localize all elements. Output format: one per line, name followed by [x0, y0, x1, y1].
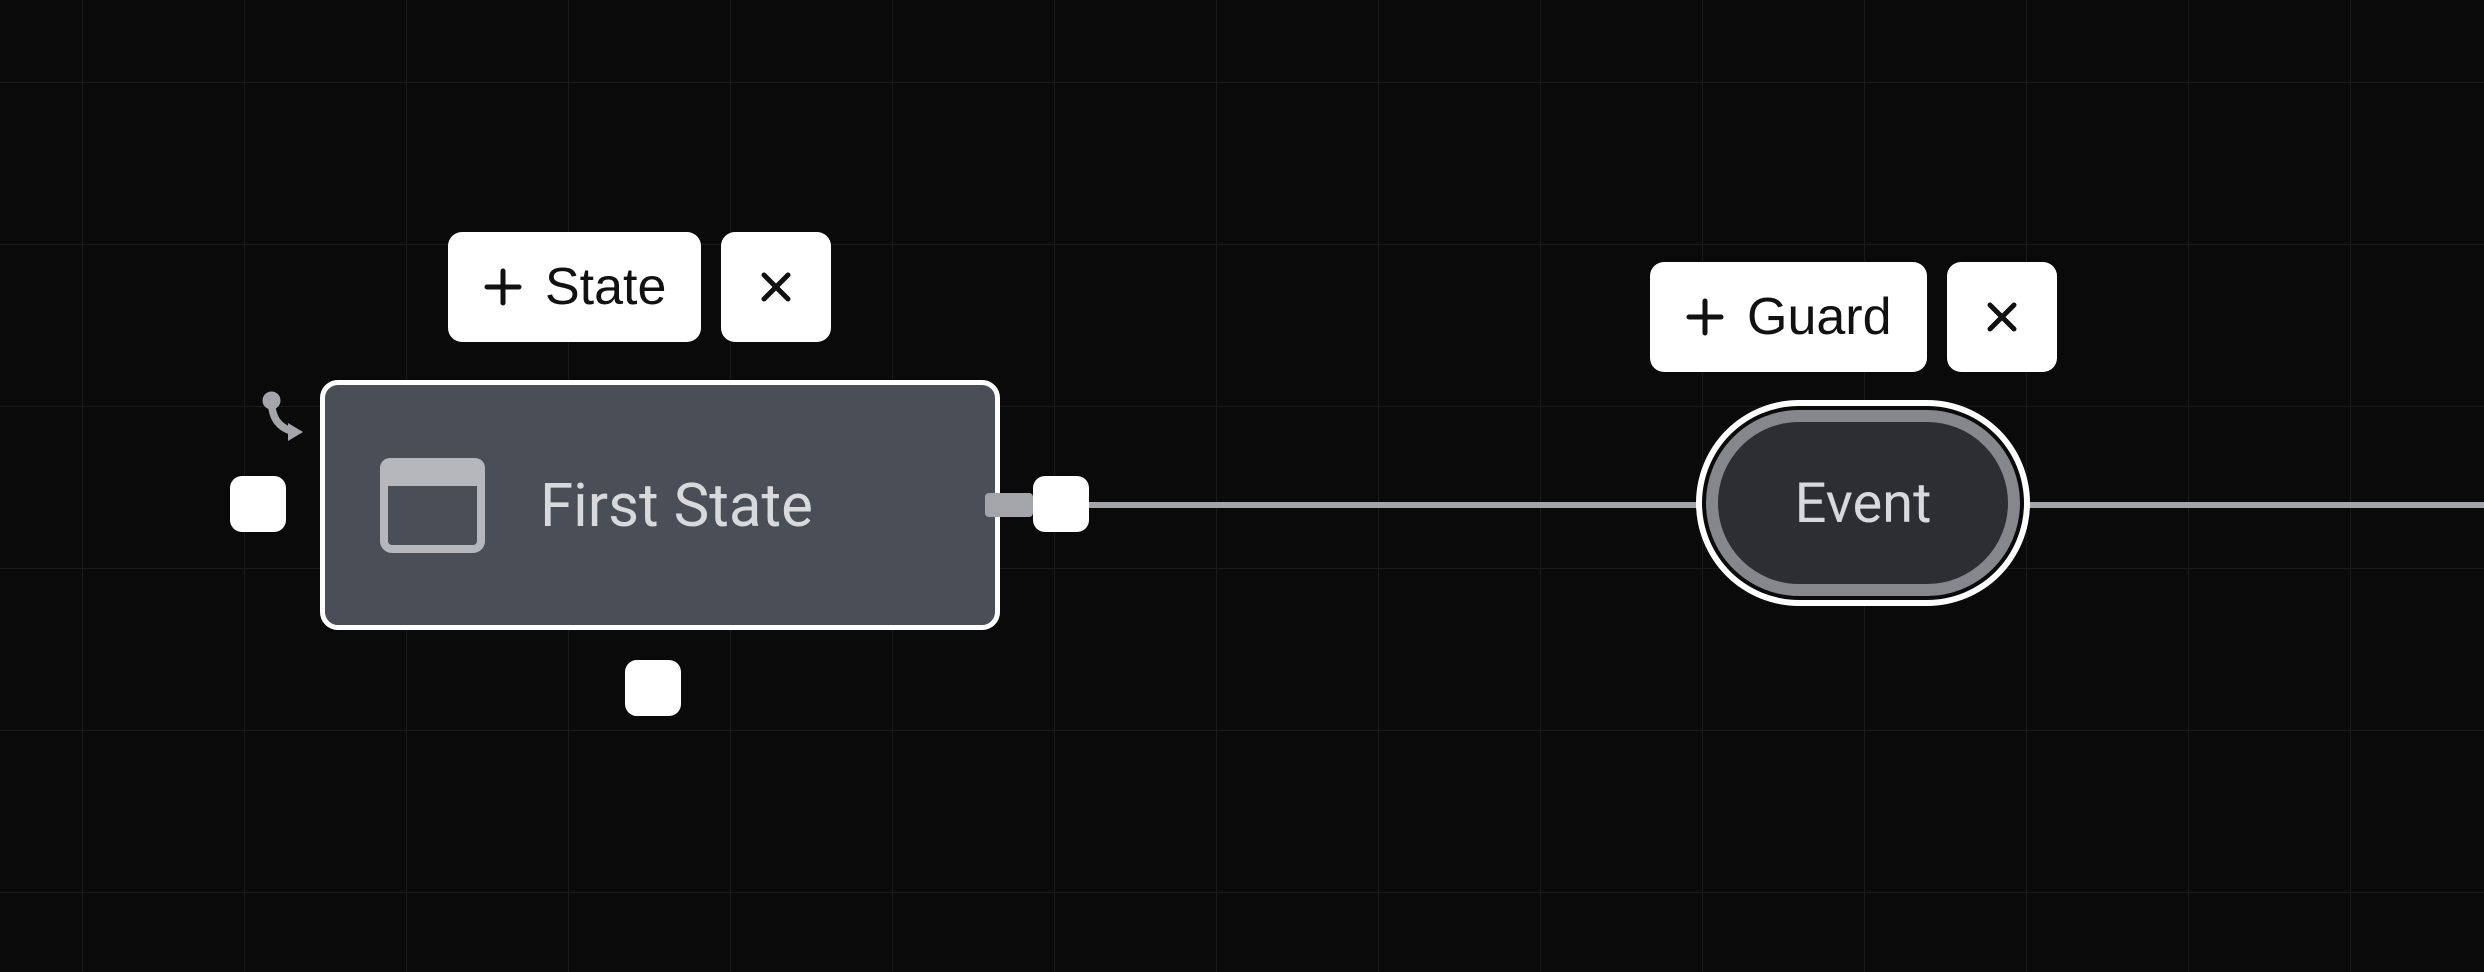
event-node[interactable]: Event: [1706, 410, 2020, 596]
state-node[interactable]: First State: [320, 380, 1000, 630]
delete-state-button[interactable]: [721, 232, 831, 342]
state-node-label: First State: [540, 470, 813, 541]
close-icon: [756, 267, 796, 307]
add-guard-button[interactable]: Guard: [1650, 262, 1927, 372]
state-icon: [380, 458, 485, 553]
initial-state-marker: [258, 390, 318, 450]
state-handle-left[interactable]: [230, 476, 286, 532]
add-guard-label: Guard: [1747, 287, 1892, 347]
event-node-toolbar: Guard: [1650, 262, 2057, 372]
add-state-button[interactable]: State: [448, 232, 701, 342]
plus-icon: [483, 267, 523, 307]
state-output-port[interactable]: [985, 493, 1033, 517]
state-handle-right[interactable]: [1033, 476, 1089, 532]
close-icon: [1982, 297, 2022, 337]
delete-event-button[interactable]: [1947, 262, 2057, 372]
state-node-toolbar: State: [448, 232, 831, 342]
add-state-label: State: [545, 257, 666, 317]
plus-icon: [1685, 297, 1725, 337]
state-handle-bottom[interactable]: [625, 660, 681, 716]
state-machine-canvas[interactable]: State First State: [0, 0, 2484, 972]
event-node-label: Event: [1795, 470, 1932, 536]
